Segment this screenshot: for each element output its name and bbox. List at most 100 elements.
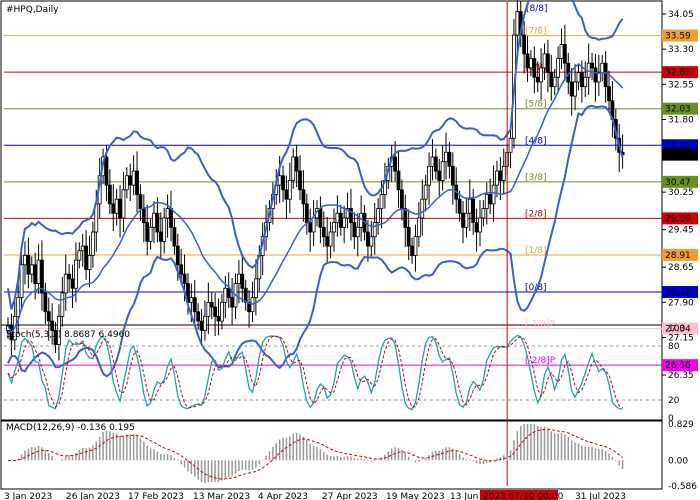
candle-body (366, 231, 370, 247)
candle-body (284, 189, 289, 200)
candle-body (457, 198, 462, 214)
candle-body (84, 245, 88, 270)
candle-body (294, 156, 299, 172)
price-badge-text: 33.59 (665, 32, 691, 42)
candle-body (335, 212, 340, 224)
candle-body (213, 306, 218, 317)
candle-body (63, 273, 68, 294)
candle-body (67, 273, 72, 280)
candle-body (376, 208, 381, 224)
candle-body (355, 226, 360, 238)
macd-label: MACD(12,26,9) -0.136 0.195 (6, 423, 135, 433)
candle-body (118, 198, 122, 219)
candle-body (226, 287, 231, 299)
murrey-label-top: [8/8] (526, 4, 548, 14)
candle-body (467, 198, 472, 214)
candle-body (77, 250, 82, 261)
candle-body (573, 81, 577, 97)
candle-body (192, 297, 197, 313)
chart-canvas: [7/8][6/8][5/8][4/8][3/8][2/8][1/8][0/8]… (0, 0, 698, 500)
chart-title: #HPQ,Daily (6, 5, 59, 15)
x-tick-label: 3 Jan 2023 (4, 492, 52, 500)
candle-body (240, 273, 245, 289)
candle-body (203, 315, 207, 331)
murrey-label: [-1/8]P (525, 320, 556, 330)
candle-body (321, 226, 326, 238)
candle-body (172, 226, 177, 247)
candle-body (298, 170, 302, 191)
price-badge-text: 28.91 (665, 251, 691, 261)
candle-body (175, 245, 180, 266)
candle-body (46, 311, 51, 322)
x-tick-label: 19 May 2023 (386, 492, 445, 500)
candle-body (332, 222, 336, 233)
stoch-tick-label: 80 (668, 342, 680, 352)
candle-body (87, 255, 92, 270)
macd-tick-label: -0.586 (668, 482, 697, 492)
candle-body (182, 273, 187, 284)
candle-body (430, 156, 435, 167)
candle-body (352, 222, 357, 238)
candle-body (495, 170, 499, 186)
candle-body (179, 264, 184, 275)
candle-body (539, 67, 544, 83)
price-badge-text: 30.47 (665, 178, 691, 188)
candle-body (158, 231, 163, 242)
candle-body (104, 156, 109, 186)
candle-body (525, 53, 530, 69)
x-tick-label: 13 Jun (450, 492, 478, 500)
candle-body (145, 222, 150, 242)
price-tick-label: 29.45 (668, 226, 694, 236)
candle-body (291, 156, 296, 181)
price-badge-text: 29.69 (665, 214, 691, 224)
candle-body (471, 198, 476, 224)
candle-body (600, 62, 605, 74)
candle-body (535, 76, 540, 83)
candle-body (590, 62, 594, 69)
candle-body (583, 76, 588, 88)
candle-body (26, 255, 31, 275)
candle-body (444, 151, 448, 163)
crosshair-date-text: 2023.07.10 00:00 (483, 492, 564, 500)
candle-body (498, 170, 503, 181)
candle-body (162, 217, 167, 242)
candle-body (484, 194, 489, 209)
price-badge-text: 32.03 (665, 105, 691, 115)
candle-body (416, 217, 421, 238)
candle-body (474, 222, 479, 233)
candle-body (491, 184, 496, 205)
candle-body (579, 72, 584, 88)
murrey-label: [3/8] (525, 173, 547, 183)
candle-body (369, 236, 374, 247)
candle-body (508, 137, 513, 153)
candle-body (549, 72, 554, 88)
candle-body (399, 189, 404, 209)
candle-body (155, 212, 160, 233)
candle-body (342, 217, 347, 228)
candle-body (19, 264, 24, 299)
candle-body (450, 165, 455, 186)
candle-body (403, 208, 408, 228)
candle-body (138, 194, 143, 209)
candle-body (413, 236, 418, 256)
candle-body (220, 301, 224, 322)
candle-body (189, 297, 194, 303)
candle-body (253, 278, 258, 299)
candle-body (80, 245, 85, 252)
candle-body (230, 297, 235, 308)
price-tick-label: 28.65 (668, 263, 694, 273)
candle-body (318, 208, 323, 228)
candle-body (311, 217, 316, 233)
candle-body (196, 311, 201, 322)
candle-body (23, 255, 27, 266)
candle-body (328, 231, 333, 247)
candle-body (420, 198, 425, 219)
candle-body (603, 62, 608, 88)
stoch-tick-label: 100 (668, 324, 685, 334)
candle-body (165, 208, 170, 219)
x-tick-label: 13 Mar 2023 (193, 492, 250, 500)
candle-body (393, 156, 397, 172)
candle-body (552, 76, 557, 88)
stoch-tick-label: 20 (668, 396, 680, 406)
candle-body (287, 180, 292, 200)
